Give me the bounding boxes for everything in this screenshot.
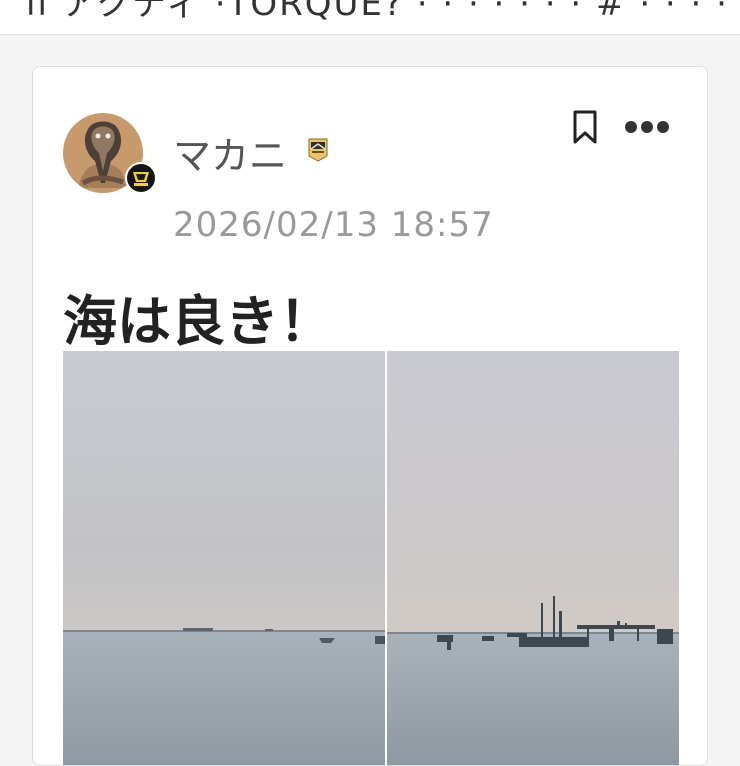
username[interactable]: マカニ [173,125,287,180]
post-image-right[interactable] [387,351,679,765]
user-rank-badge-icon [307,138,329,162]
post-image-left[interactable] [63,351,385,765]
more-options-icon[interactable] [623,115,671,139]
post-timestamp: 2026/02/13 18:57 [173,205,494,245]
team-badge-icon [125,162,157,194]
top-navigation-bar: ll アクティ ·TORQUE? · · · · · · · # · · · ·… [0,0,740,35]
bookmark-icon[interactable] [569,109,601,145]
top-navigation-text: ll アクティ ·TORQUE? · · · · · · · # · · · ·… [26,0,740,24]
post-card: マカニ 2026/02/13 18:57 海は良き！ [32,66,708,766]
post-title: 海は良き！ [63,290,333,353]
